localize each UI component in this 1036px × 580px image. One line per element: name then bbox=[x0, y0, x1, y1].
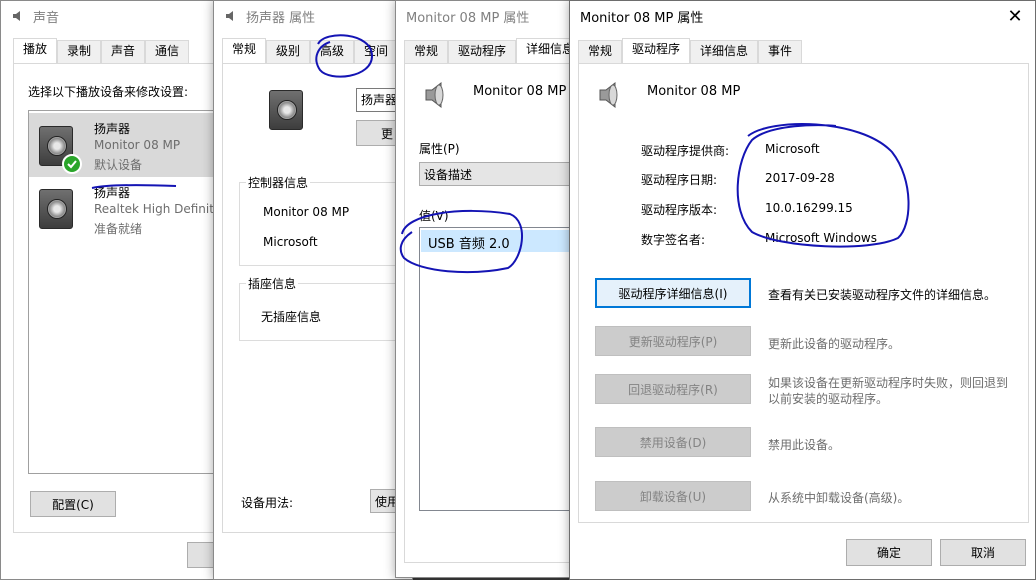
controller-name: Monitor 08 MP bbox=[263, 205, 350, 219]
speaker-props-panel: 扬声器 更 控制器信息 Monitor 08 MP Microsoft 插座信息… bbox=[222, 63, 412, 533]
tab-general[interactable]: 常规 bbox=[578, 40, 623, 63]
driver-version-value: 10.0.16299.15 bbox=[765, 201, 853, 215]
monitor-driver-panel: Monitor 08 MP 驱动程序提供商: Microsoft 驱动程序日期:… bbox=[578, 63, 1029, 523]
device-detail: Realtek High Definiti bbox=[94, 202, 218, 216]
speaker-icon bbox=[224, 8, 240, 24]
tab-spatial[interactable]: 空间 bbox=[354, 40, 399, 63]
device-detail: Monitor 08 MP bbox=[94, 138, 181, 152]
tab-sounds[interactable]: 声音 bbox=[101, 40, 146, 63]
tab-levels[interactable]: 级别 bbox=[266, 40, 311, 63]
default-check-icon bbox=[62, 154, 82, 174]
device-name: 扬声器 bbox=[94, 122, 131, 136]
device-item-monitor[interactable]: 扬声器 Monitor 08 MP 默认设备 bbox=[29, 113, 235, 177]
tab-general[interactable]: 常规 bbox=[222, 38, 267, 63]
speaker-props-title: 扬声器 属性 bbox=[246, 10, 316, 26]
speaker-device-icon bbox=[425, 81, 444, 109]
uninstall-device-desc: 从系统中卸载设备(高级)。 bbox=[768, 491, 910, 505]
tab-events[interactable]: 事件 bbox=[758, 40, 803, 63]
value-item-text: USB 音频 2.0 bbox=[428, 237, 510, 252]
tab-driver[interactable]: 驱动程序 bbox=[448, 40, 517, 63]
device-status: 默认设备 bbox=[94, 158, 143, 172]
controller-vendor: Microsoft bbox=[263, 235, 318, 249]
speaker-icon bbox=[11, 8, 27, 24]
ok-button[interactable]: 确定 bbox=[846, 539, 932, 566]
speaker-properties-window: 扬声器 属性 常规 级别 高级 空间 扬声器 更 控制器信息 Monitor 0… bbox=[213, 0, 413, 580]
value-label: 值(V) bbox=[419, 209, 449, 223]
driver-version-label: 驱动程序版本: bbox=[641, 203, 718, 217]
tab-details[interactable]: 详细信息 bbox=[690, 40, 759, 63]
driver-date-label: 驱动程序日期: bbox=[641, 173, 718, 187]
cancel-button[interactable]: 取消 bbox=[940, 539, 1026, 566]
controller-info-group: 控制器信息 Monitor 08 MP Microsoft bbox=[239, 174, 412, 266]
controller-info-title: 控制器信息 bbox=[246, 174, 311, 191]
speaker-props-tabs: 常规 级别 高级 空间 bbox=[222, 38, 399, 63]
tab-playback[interactable]: 播放 bbox=[13, 38, 58, 63]
device-usage-label: 设备用法: bbox=[241, 496, 294, 510]
value-list-item[interactable]: USB 音频 2.0 bbox=[421, 230, 584, 252]
device-name: Monitor 08 MP bbox=[647, 84, 741, 99]
jack-info-title: 插座信息 bbox=[246, 275, 299, 292]
device-item-realtek[interactable]: 扬声器 Realtek High Definiti 准备就绪 bbox=[29, 179, 235, 239]
speaker-device-icon bbox=[39, 189, 73, 229]
monitor-details-title: Monitor 08 MP 属性 bbox=[406, 10, 530, 26]
tab-communications[interactable]: 通信 bbox=[145, 40, 190, 63]
name-input-value: 扬声器 bbox=[361, 93, 398, 107]
rollback-driver-button[interactable]: 回退驱动程序(R) bbox=[595, 374, 751, 404]
update-driver-desc: 更新此设备的驱动程序。 bbox=[768, 337, 901, 351]
sound-tabs: 播放 录制 声音 通信 bbox=[13, 38, 190, 63]
speaker-props-titlebar: 扬声器 属性 bbox=[214, 1, 412, 31]
property-label: 属性(P) bbox=[419, 142, 460, 156]
driver-date-value: 2017-09-28 bbox=[765, 171, 835, 185]
property-value: 设备描述 bbox=[424, 168, 473, 182]
monitor-driver-window: Monitor 08 MP 属性 ✕ 常规 驱动程序 详细信息 事件 Monit… bbox=[569, 0, 1036, 580]
disable-device-desc: 禁用此设备。 bbox=[768, 438, 841, 452]
sound-title: 声音 bbox=[33, 10, 60, 26]
tab-recording[interactable]: 录制 bbox=[57, 40, 102, 63]
digital-signer-value: Microsoft Windows bbox=[765, 231, 877, 245]
sound-instruction: 选择以下播放设备来修改设置: bbox=[28, 85, 189, 99]
driver-details-button[interactable]: 驱动程序详细信息(I) bbox=[595, 278, 751, 308]
update-driver-button[interactable]: 更新驱动程序(P) bbox=[595, 326, 751, 356]
device-list[interactable]: 扬声器 Monitor 08 MP 默认设备 扬声器 Realtek High … bbox=[28, 110, 235, 474]
rollback-driver-desc: 如果该设备在更新驱动程序时失败，则回退到以前安装的驱动程序。 bbox=[768, 376, 1009, 406]
device-name: 扬声器 bbox=[94, 186, 131, 200]
digital-signer-label: 数字签名者: bbox=[641, 233, 706, 247]
monitor-details-window: Monitor 08 MP 属性 常规 驱动程序 详细信息 Monitor 08… bbox=[395, 0, 585, 578]
close-icon[interactable]: ✕ bbox=[995, 1, 1035, 31]
monitor-driver-tabs: 常规 驱动程序 详细信息 事件 bbox=[578, 38, 803, 63]
speaker-device-icon bbox=[599, 81, 618, 109]
jack-info-text: 无插座信息 bbox=[261, 310, 322, 324]
driver-provider-value: Microsoft bbox=[765, 142, 820, 156]
monitor-driver-title: Monitor 08 MP 属性 bbox=[580, 10, 704, 26]
tab-general[interactable]: 常规 bbox=[404, 40, 449, 63]
uninstall-device-button[interactable]: 卸载设备(U) bbox=[595, 481, 751, 511]
device-status: 准备就绪 bbox=[94, 222, 143, 236]
value-list[interactable]: USB 音频 2.0 bbox=[419, 227, 584, 511]
sound-panel: 选择以下播放设备来修改设置: 扬声器 Monitor 08 MP 默认设备 扬声… bbox=[13, 63, 235, 533]
monitor-details-titlebar: Monitor 08 MP 属性 bbox=[396, 1, 584, 31]
monitor-driver-titlebar: Monitor 08 MP 属性 ✕ bbox=[570, 1, 1035, 31]
speaker-device-icon bbox=[269, 90, 303, 130]
jack-info-group: 插座信息 无插座信息 bbox=[239, 275, 412, 341]
monitor-details-tabs: 常规 驱动程序 详细信息 bbox=[404, 38, 584, 63]
disable-device-button[interactable]: 禁用设备(D) bbox=[595, 427, 751, 457]
property-select[interactable]: 设备描述 bbox=[419, 162, 584, 186]
monitor-details-panel: Monitor 08 MP 属性(P) 设备描述 值(V) USB 音频 2.0 bbox=[404, 63, 584, 563]
tab-advanced[interactable]: 高级 bbox=[310, 40, 355, 63]
sound-window: 声音 播放 录制 声音 通信 选择以下播放设备来修改设置: 扬声器 Monito… bbox=[0, 0, 236, 580]
tab-driver[interactable]: 驱动程序 bbox=[622, 38, 691, 63]
driver-provider-label: 驱动程序提供商: bbox=[641, 144, 730, 158]
device-name: Monitor 08 MP bbox=[473, 84, 567, 99]
driver-details-desc: 查看有关已安装驱动程序文件的详细信息。 bbox=[768, 288, 997, 302]
configure-button[interactable]: 配置(C) bbox=[30, 491, 116, 517]
sound-titlebar: 声音 bbox=[1, 1, 235, 31]
